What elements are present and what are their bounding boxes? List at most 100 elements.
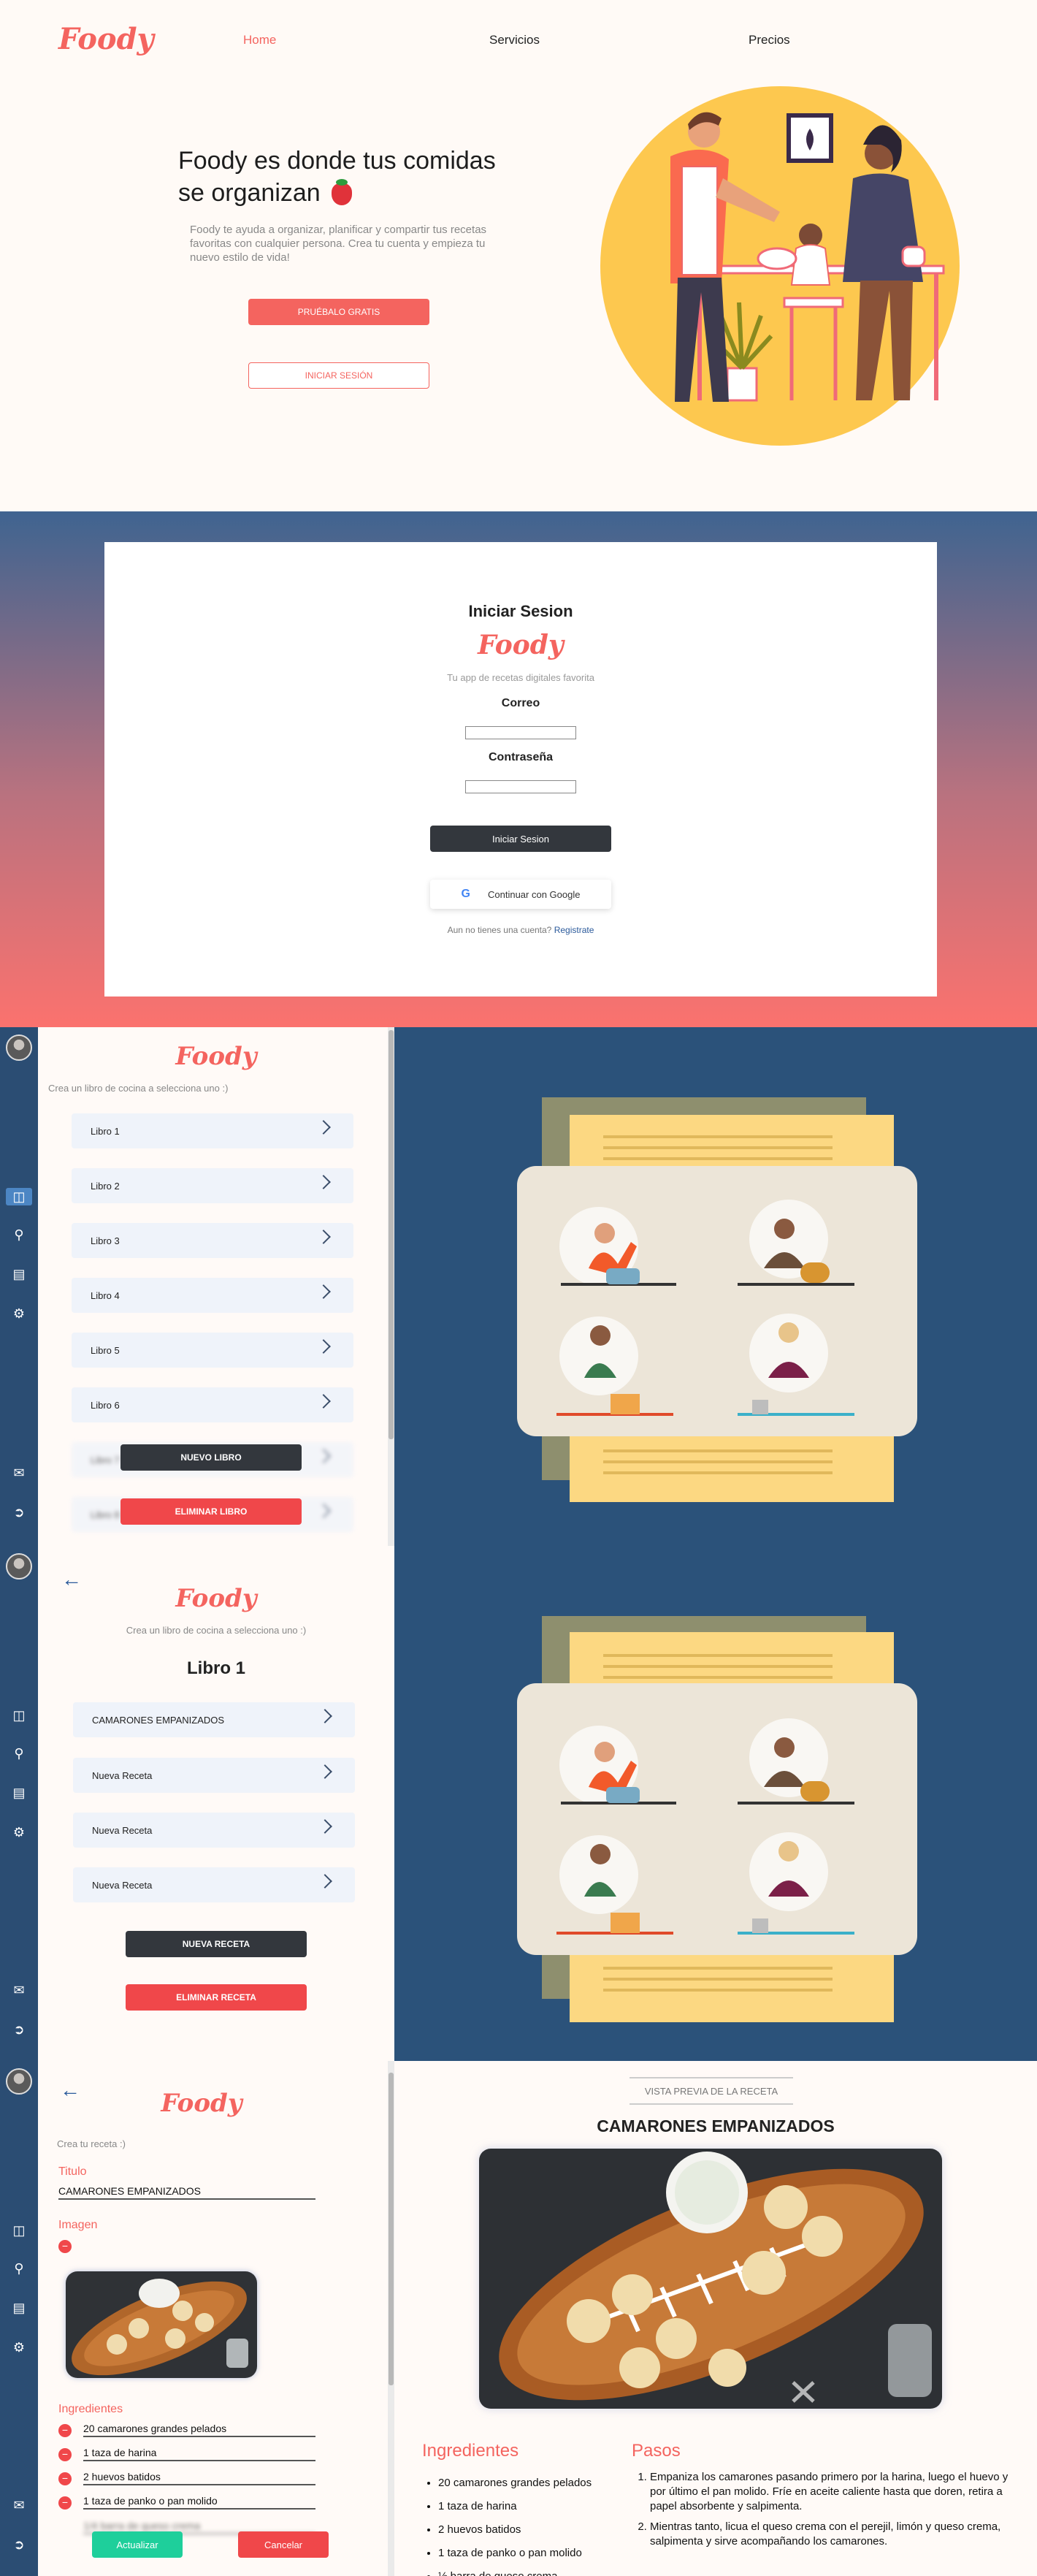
ingredient-input[interactable]: 20 camarones grandes pelados <box>83 2423 315 2437</box>
book-label: Libro 1 <box>91 1125 120 1137</box>
gear-icon[interactable]: ⚙ <box>9 2339 28 2356</box>
recipe-item[interactable]: Nueva Receta <box>73 1867 355 1902</box>
book-label: Libro 7 <box>91 1454 120 1466</box>
try-free-button[interactable]: PRUÉBALO GRATIS <box>248 299 429 325</box>
foody-logo[interactable]: Foody <box>58 22 154 56</box>
recipe-editor-screen: ◫ ⚲ ▤ ⚙ ✉ ➲ ← Foody Crea tu receta :) Ti… <box>0 2061 1037 2576</box>
google-login-button[interactable]: G Continuar con Google <box>430 880 611 909</box>
chevron-right-icon <box>316 1339 331 1354</box>
preview-ingredients-title: Ingredientes <box>422 2441 519 2461</box>
ingredient-input[interactable]: 1 taza de harina <box>83 2447 315 2461</box>
logout-icon[interactable]: ➲ <box>9 2536 28 2553</box>
avatar[interactable] <box>6 2068 32 2095</box>
calendar-icon[interactable]: ▤ <box>9 1265 28 1283</box>
calendar-icon[interactable]: ▤ <box>9 1784 28 1802</box>
email-field[interactable] <box>465 726 576 739</box>
book-item[interactable]: Libro 5 <box>72 1333 353 1368</box>
new-recipe-button[interactable]: NUEVA RECETA <box>126 1931 307 1957</box>
recipe-editor-panel: ← Foody Crea tu receta :) Titulo CAMARON… <box>38 2061 394 2576</box>
book-detail-panel: ← Foody Crea un libro de cocina a selecc… <box>38 1546 394 2061</box>
shrimp-dish-photo <box>66 2271 257 2378</box>
chevron-right-icon <box>316 1284 331 1299</box>
preview-photo <box>479 2149 942 2409</box>
scrollbar-thumb[interactable] <box>389 1030 394 1439</box>
avatar[interactable] <box>6 1034 32 1061</box>
preview-tag: VISTA PREVIA DE LA RECETA <box>630 2077 793 2105</box>
recipe-hint: Crea tu receta :) <box>57 2138 126 2149</box>
recipe-label: CAMARONES EMPANIZADOS <box>92 1714 225 1726</box>
remove-ingredient-button[interactable]: − <box>58 2448 72 2461</box>
new-book-button[interactable]: NUEVO LIBRO <box>120 1444 302 1471</box>
scrollbar[interactable] <box>388 1027 394 1546</box>
panel-logo: Foody <box>175 1584 257 1613</box>
chevron-right-icon <box>316 1120 331 1135</box>
email-label: Correo <box>501 697 540 709</box>
ingredient-input[interactable]: 2 huevos batidos <box>83 2471 315 2485</box>
book-item[interactable]: Libro 3 <box>72 1223 353 1258</box>
preview-title: CAMARONES EMPANIZADOS <box>597 2116 835 2135</box>
book-item[interactable]: Libro 6 <box>72 1387 353 1422</box>
delete-recipe-button[interactable]: ELIMINAR RECETA <box>126 1984 307 2011</box>
title-label: Titulo <box>58 2165 87 2178</box>
nav-home[interactable]: Home <box>243 33 276 47</box>
chat-icon[interactable]: ✉ <box>9 1464 28 1482</box>
list-item: 2 huevos batidos <box>438 2518 630 2542</box>
book-icon[interactable]: ◫ <box>9 1707 28 1724</box>
remove-ingredient-button[interactable]: − <box>58 2424 72 2437</box>
calendar-icon[interactable]: ▤ <box>9 2299 28 2317</box>
logout-icon[interactable]: ➲ <box>9 2021 28 2038</box>
app-sidebar: ◫ ⚲ ▤ ⚙ ✉ ➲ <box>0 2061 38 2576</box>
search-icon[interactable]: ⚲ <box>9 2260 28 2277</box>
chevron-right-icon <box>316 1230 331 1244</box>
book-item[interactable]: Libro 2 <box>72 1168 353 1203</box>
recipe-item[interactable]: Nueva Receta <box>73 1813 355 1848</box>
scrollbar[interactable] <box>388 2061 394 2576</box>
chat-icon[interactable]: ✉ <box>9 1981 28 1999</box>
ingredient-input[interactable]: 1 taza de panko o pan molido <box>83 2495 315 2510</box>
search-icon[interactable]: ⚲ <box>9 1745 28 1762</box>
book-icon[interactable]: ◫ <box>9 2222 28 2239</box>
remove-ingredient-button[interactable]: − <box>58 2496 72 2510</box>
cookbook-illustration <box>517 1616 917 2022</box>
gear-icon[interactable]: ⚙ <box>9 1824 28 1841</box>
chevron-right-icon <box>316 1175 331 1189</box>
recipe-image-thumbnail <box>66 2271 257 2378</box>
logout-icon[interactable]: ➲ <box>9 1504 28 1521</box>
chevron-right-icon <box>316 1504 331 1518</box>
avatar[interactable] <box>6 1553 32 1579</box>
delete-book-button[interactable]: ELIMINAR LIBRO <box>120 1498 302 1525</box>
chevron-right-icon <box>316 1394 331 1409</box>
nav-servicios[interactable]: Servicios <box>489 33 540 47</box>
preview-ingredients-list: 20 camarones grandes pelados 1 taza de h… <box>425 2472 630 2576</box>
scrollbar-thumb[interactable] <box>389 2073 394 2385</box>
login-title: Iniciar Sesion <box>468 602 573 620</box>
title-input[interactable]: CAMARONES EMPANIZADOS <box>58 2185 315 2200</box>
recipe-item[interactable]: Nueva Receta <box>73 1758 355 1793</box>
chat-icon[interactable]: ✉ <box>9 2496 28 2514</box>
chevron-right-icon <box>318 1819 332 1834</box>
update-button[interactable]: Actualizar <box>92 2531 183 2558</box>
gear-icon[interactable]: ⚙ <box>9 1305 28 1322</box>
cookbook-illustration <box>517 1097 917 1502</box>
book-item[interactable]: Libro 1 <box>72 1113 353 1148</box>
book-icon[interactable]: ◫ <box>6 1188 32 1205</box>
book-detail-screen: ◫ ⚲ ▤ ⚙ ✉ ➲ ← Foody Crea un libro de coc… <box>0 1546 1037 2061</box>
login-submit-button[interactable]: Iniciar Sesion <box>430 826 611 852</box>
password-field[interactable] <box>465 780 576 793</box>
cancel-button[interactable]: Cancelar <box>238 2531 329 2558</box>
family-cooking-illustration <box>600 86 960 446</box>
remove-image-button[interactable]: − <box>58 2240 72 2253</box>
nav-precios[interactable]: Precios <box>749 33 790 47</box>
recipe-item[interactable]: CAMARONES EMPANIZADOS <box>73 1702 355 1737</box>
chevron-right-icon <box>318 1874 332 1889</box>
shrimp-dish-photo <box>479 2149 942 2409</box>
register-prompt: Aun no tienes una cuenta? Registrate <box>104 925 937 935</box>
app-sidebar: ◫ ⚲ ▤ ⚙ ✉ ➲ <box>0 1546 38 2061</box>
register-link[interactable]: Registrate <box>554 925 594 935</box>
search-icon[interactable]: ⚲ <box>9 1226 28 1243</box>
remove-ingredient-button[interactable]: − <box>58 2472 72 2485</box>
hero-login-button[interactable]: INICIAR SESIÓN <box>248 362 429 389</box>
book-item[interactable]: Libro 4 <box>72 1278 353 1313</box>
login-brand-logo: Foody <box>478 630 564 660</box>
list-item: ½ barra de queso crema <box>438 2565 630 2576</box>
